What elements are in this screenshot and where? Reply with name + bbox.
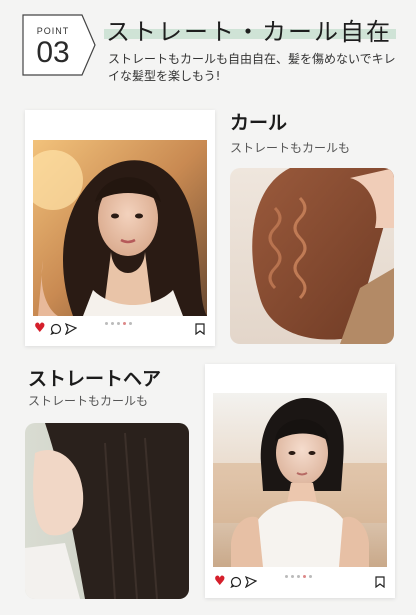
section-subtitle-curl: ストレートもカールも — [230, 141, 351, 155]
post-card-straight: ♥ — [205, 364, 395, 598]
carousel-dots-curl — [105, 322, 132, 325]
post-card-curl: ♥ — [25, 110, 215, 346]
post-photo-curl[interactable] — [33, 140, 207, 316]
post-actions-straight: ♥ — [214, 575, 260, 589]
post-actions-curl: ♥ — [34, 322, 80, 336]
comment-icon[interactable] — [49, 323, 62, 335]
post-photo-straight[interactable] — [213, 393, 387, 567]
point-label: POINT — [36, 26, 70, 36]
heart-icon[interactable]: ♥ — [34, 322, 46, 336]
section-title-straight: ストレートヘア — [28, 368, 162, 390]
point-number: 03 — [36, 36, 70, 69]
send-icon[interactable] — [64, 323, 77, 335]
straight-hair-photo[interactable] — [25, 423, 189, 599]
section-title-curl: カール — [230, 112, 288, 134]
bookmark-icon[interactable] — [375, 576, 385, 588]
section-subtitle-straight: ストレートもカールも — [28, 394, 149, 408]
send-icon[interactable] — [244, 576, 257, 588]
curl-hair-photo[interactable] — [230, 168, 394, 344]
page-title: ストレート・カール自在 — [106, 18, 392, 46]
comment-icon[interactable] — [229, 576, 242, 588]
carousel-dots-straight — [285, 575, 312, 578]
heart-icon[interactable]: ♥ — [214, 575, 226, 589]
point-badge: POINT 03 — [22, 14, 96, 76]
bookmark-icon[interactable] — [195, 323, 205, 335]
page-description: ストレートもカールも自由自在、髪を傷めないでキレイな髪型を楽しもう! — [108, 52, 396, 83]
